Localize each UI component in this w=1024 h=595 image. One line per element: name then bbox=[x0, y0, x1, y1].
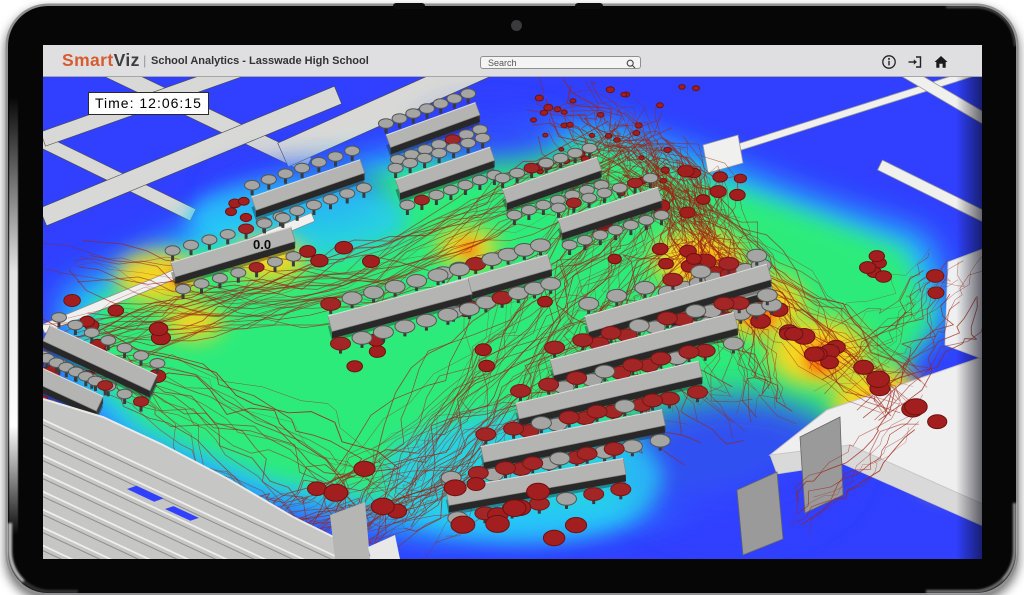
tablet-frame: SmartViz | School Analytics - Lasswade H… bbox=[8, 6, 1016, 593]
search-input[interactable]: Search bbox=[480, 56, 641, 69]
search-icon[interactable] bbox=[626, 59, 636, 69]
home-button[interactable] bbox=[933, 54, 949, 70]
page-title: School Analytics - Lasswade High School bbox=[151, 55, 369, 67]
header-divider: | bbox=[143, 53, 146, 68]
3d-visualization[interactable] bbox=[43, 77, 982, 559]
volume-button[interactable] bbox=[575, 3, 603, 9]
app-logo[interactable]: SmartViz bbox=[62, 50, 140, 71]
bezel-highlight-top-right bbox=[946, 6, 1016, 46]
search-placeholder: Search bbox=[488, 58, 517, 68]
exit-button[interactable] bbox=[907, 54, 923, 70]
camera-icon bbox=[511, 20, 522, 31]
app-header: SmartViz | School Analytics - Lasswade H… bbox=[43, 45, 982, 77]
screen: SmartViz | School Analytics - Lasswade H… bbox=[43, 45, 982, 559]
scene-viewport[interactable] bbox=[43, 77, 982, 559]
power-button[interactable] bbox=[393, 3, 425, 9]
time-label: Time: 12:06:15 bbox=[88, 92, 209, 115]
bezel-highlight-left bbox=[9, 96, 18, 536]
value-label: 0.0 bbox=[253, 237, 271, 252]
info-button[interactable] bbox=[881, 54, 897, 70]
